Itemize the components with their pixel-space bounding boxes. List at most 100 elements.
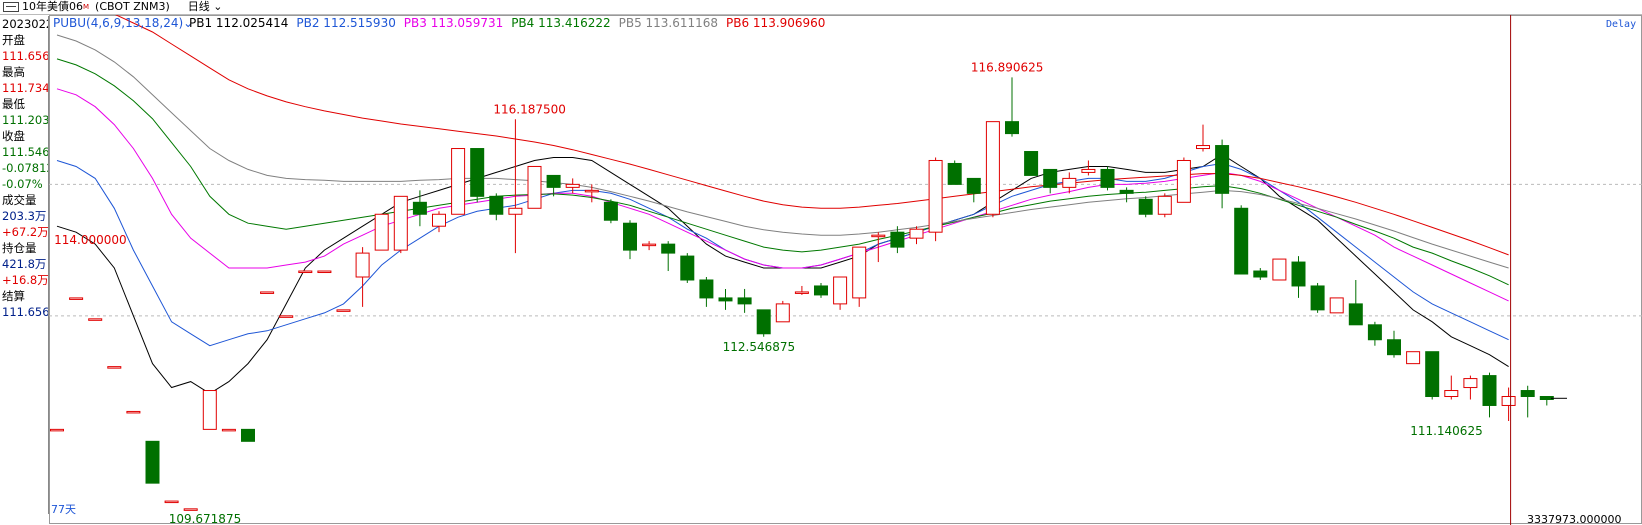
info-row: 最高 bbox=[2, 65, 25, 79]
candle-body bbox=[1234, 207, 1249, 275]
candle-body bbox=[183, 508, 198, 511]
info-row: 203.3万 bbox=[2, 209, 47, 223]
candle-body bbox=[985, 121, 1000, 215]
price-annotation: 112.546875 bbox=[723, 340, 796, 354]
candle-body bbox=[202, 390, 217, 430]
candle-body bbox=[565, 183, 580, 188]
window-menu-icon[interactable] bbox=[3, 2, 19, 12]
candle-body bbox=[355, 252, 370, 278]
candle-body bbox=[909, 228, 924, 239]
price-annotation: 109.671875 bbox=[169, 512, 242, 525]
info-row: +16.8万 bbox=[2, 273, 48, 287]
candle-body bbox=[393, 195, 408, 251]
candle-body bbox=[145, 440, 160, 484]
candle-body bbox=[279, 315, 294, 318]
candle-body bbox=[1406, 351, 1421, 365]
candle-body bbox=[680, 255, 695, 281]
candle-body bbox=[1062, 177, 1077, 188]
candle-body bbox=[317, 270, 332, 274]
info-row: 421.8万 bbox=[2, 257, 47, 271]
candle-body bbox=[1310, 285, 1325, 311]
info-row: 111.6562 bbox=[2, 305, 48, 319]
candle-body bbox=[336, 309, 351, 312]
chart-title-bar: 10年美債06M (CBOT ZNM3) 日线 ⌄ bbox=[0, 0, 1642, 15]
candle-body bbox=[1100, 168, 1115, 188]
candle-body bbox=[1215, 145, 1230, 194]
price-annotation: 111.140625 bbox=[1410, 424, 1483, 438]
candle-body bbox=[1272, 258, 1287, 281]
candle-body bbox=[260, 291, 275, 294]
info-row: 持仓量 bbox=[2, 241, 37, 255]
info-row: 结算 bbox=[2, 289, 25, 303]
candle-body bbox=[470, 148, 485, 197]
candle-body bbox=[756, 309, 771, 335]
indicator-line-pb6 bbox=[115, 15, 1509, 256]
candle-body bbox=[50, 428, 64, 432]
candle-body bbox=[947, 162, 962, 185]
legend-item: PB2 112.515930 bbox=[296, 16, 395, 30]
period-label: 日线 bbox=[187, 0, 210, 13]
candlestick-chart[interactable]: 114.000000 116.187500 112.546875 116.890625… bbox=[49, 15, 1642, 525]
chevron-down-icon: ⌄ bbox=[209, 0, 223, 13]
candle-body bbox=[718, 297, 733, 302]
candle-body bbox=[1329, 297, 1344, 314]
candle-body bbox=[928, 159, 943, 233]
candle-body bbox=[164, 500, 179, 504]
indicator-line-pb5 bbox=[56, 34, 1509, 269]
candle-body bbox=[623, 222, 637, 251]
candle-body bbox=[871, 234, 886, 238]
info-row: 111.2031 bbox=[2, 113, 48, 127]
indicator-line-pb1 bbox=[56, 153, 1509, 395]
delay-label: Delay bbox=[1606, 19, 1636, 30]
candle-body bbox=[661, 243, 676, 254]
indicator-line-pb3 bbox=[56, 88, 1509, 302]
candle-body bbox=[1463, 378, 1478, 389]
info-row: 最低 bbox=[2, 97, 25, 111]
legend-item: PB3 113.059731 bbox=[404, 16, 503, 30]
candle-body bbox=[737, 297, 752, 305]
candle-body bbox=[1138, 198, 1153, 215]
price-annotation: 116.187500 bbox=[493, 102, 566, 116]
candle-body bbox=[642, 243, 657, 247]
candle-body bbox=[833, 276, 848, 305]
info-row: 20230228 bbox=[2, 17, 48, 31]
candle-body bbox=[1005, 121, 1019, 135]
legend-item: PB5 113.611168 bbox=[619, 16, 718, 30]
legend-item: PB1 112.025414 bbox=[189, 16, 288, 30]
candle-body bbox=[1043, 168, 1058, 188]
candle-body bbox=[221, 428, 236, 432]
candle-body bbox=[775, 303, 790, 323]
cursor-value-label: 3337973.000000 bbox=[1527, 513, 1621, 525]
candle-body bbox=[126, 410, 141, 414]
instrument-name: 10年美債06 bbox=[22, 0, 83, 13]
candle-body bbox=[966, 177, 981, 194]
candle-body bbox=[890, 231, 905, 248]
candle-body bbox=[1367, 324, 1382, 341]
candle-body bbox=[1291, 261, 1306, 287]
candle-body bbox=[1482, 375, 1497, 406]
quote-info-panel: 20230228 开盘 111.6562 最高 111.7343 最低 111.2031 收盘… bbox=[0, 16, 49, 514]
info-row: 成交量 bbox=[2, 193, 37, 207]
candle-body bbox=[1387, 339, 1401, 356]
plot-frame bbox=[49, 15, 1642, 524]
candle-body bbox=[412, 201, 427, 215]
candle-body bbox=[88, 318, 103, 321]
candle-body bbox=[527, 165, 542, 209]
price-annotation: 116.890625 bbox=[971, 60, 1044, 74]
candle-body bbox=[241, 428, 255, 442]
info-row: 开盘 bbox=[2, 33, 25, 47]
candle-body bbox=[1253, 270, 1268, 278]
candle-body bbox=[69, 297, 84, 300]
period-selector[interactable]: 日线 ⌄ bbox=[188, 0, 223, 13]
candle-body bbox=[584, 189, 599, 193]
candle-body bbox=[1024, 151, 1039, 176]
candle-body bbox=[1520, 390, 1535, 398]
candle-body bbox=[1444, 390, 1459, 398]
legend-item: PB6 113.906960 bbox=[726, 16, 825, 30]
instrument-symbol: (CBOT ZNM3) bbox=[95, 0, 170, 13]
bar-count-label: 77天 bbox=[51, 503, 76, 516]
candle-body bbox=[489, 195, 504, 215]
instrument-flag: M bbox=[83, 3, 90, 11]
candle-body bbox=[374, 213, 389, 251]
candle-body bbox=[432, 213, 446, 227]
